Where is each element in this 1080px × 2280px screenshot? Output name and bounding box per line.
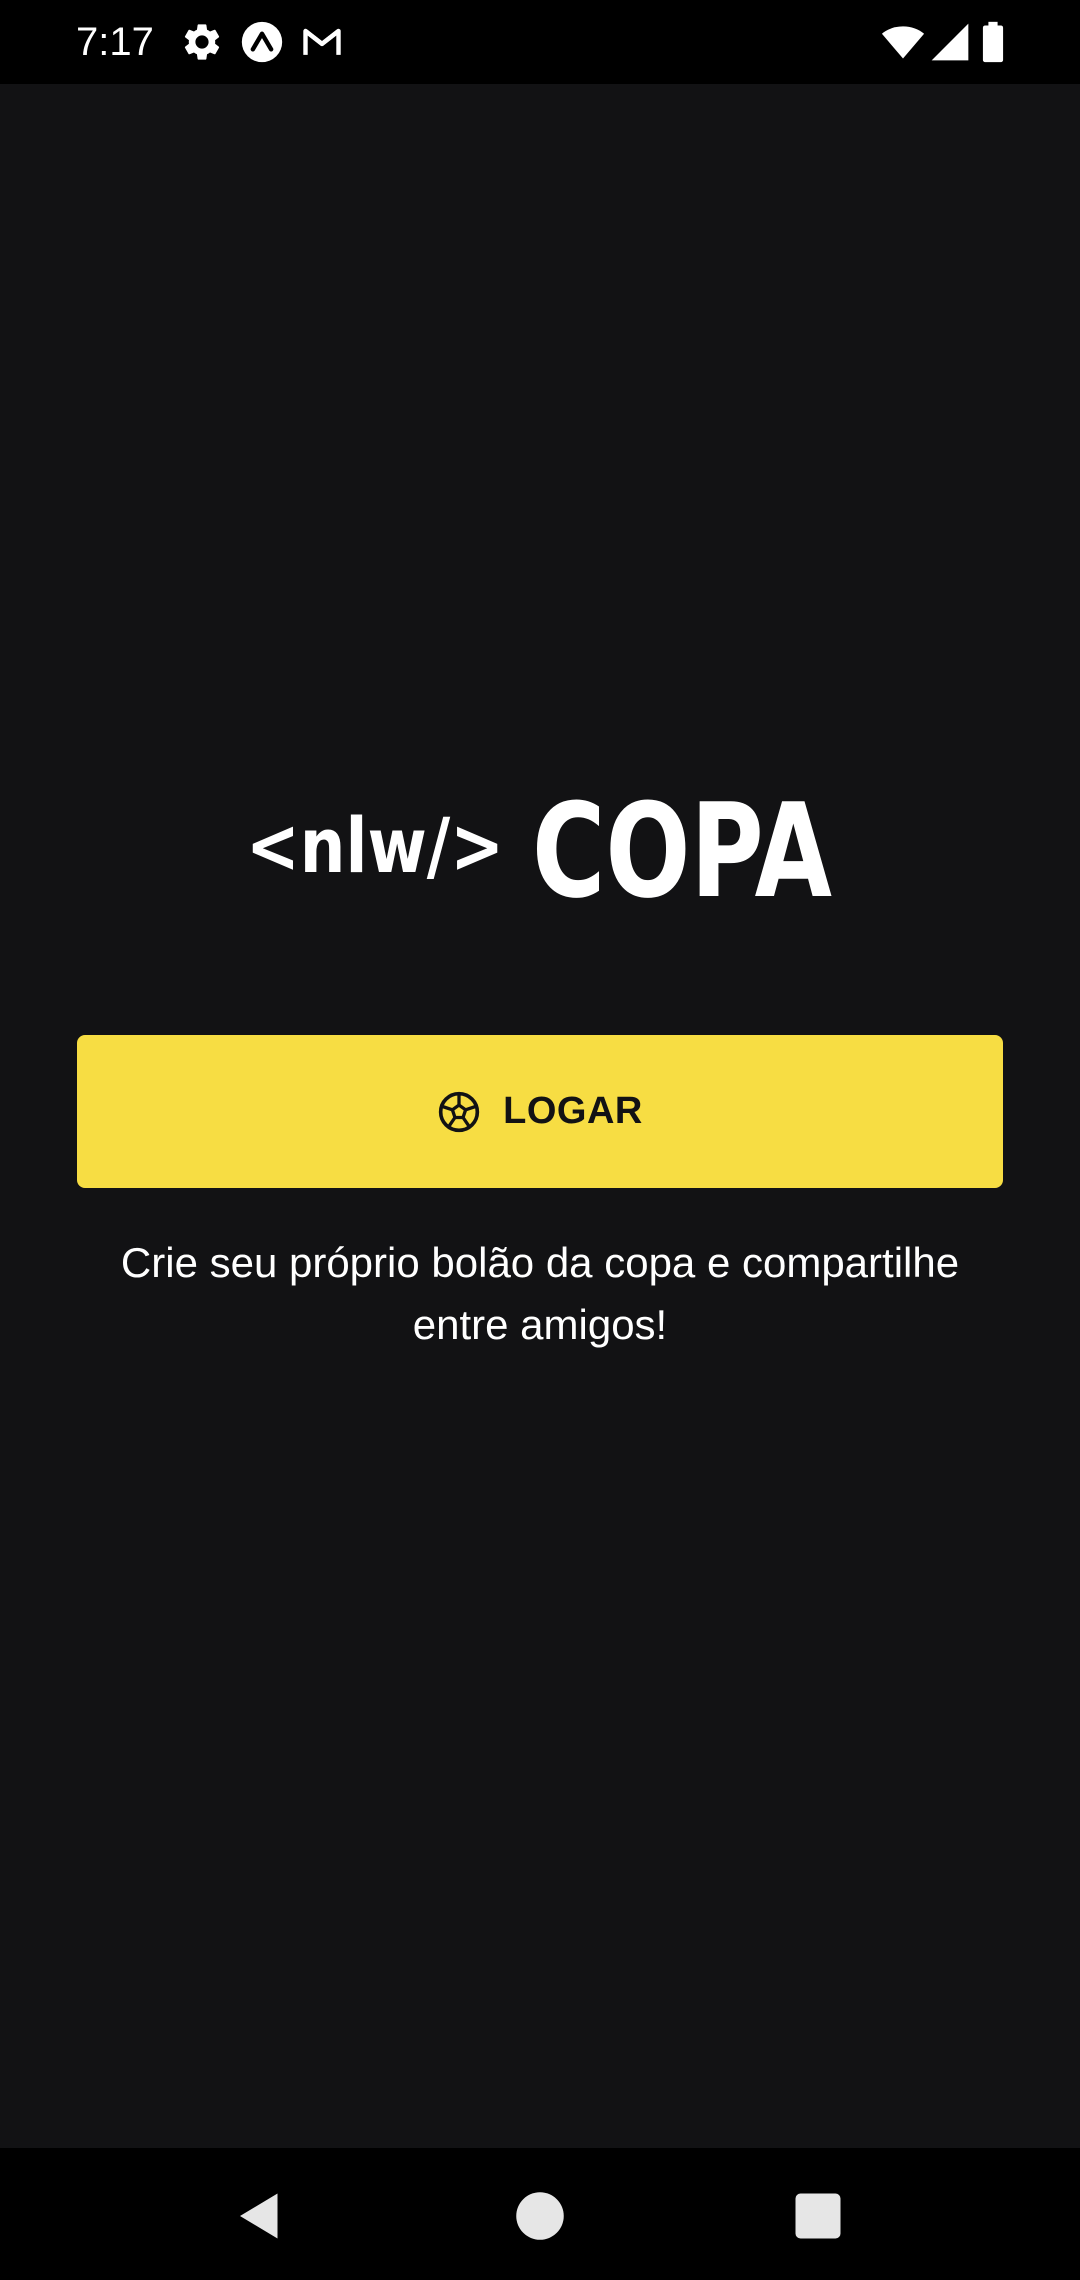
- svg-text:COPA: COPA: [532, 790, 832, 902]
- tagline-text: Crie seu próprio bolão da copa e compart…: [120, 1239, 960, 1348]
- home-icon[interactable]: [510, 2186, 570, 2246]
- status-bar: 7:17: [0, 0, 1080, 84]
- navigation-bar: [0, 2148, 1080, 2280]
- soccer-ball-icon: [438, 1091, 480, 1132]
- app-logo: <nlw/> COPA <nlw/> COPA: [246, 775, 834, 927]
- signal-icon: [931, 23, 969, 61]
- nlw-copa-logo-graphic: <nlw/> COPA: [246, 775, 832, 927]
- login-button-label: LOGAR: [503, 1090, 643, 1132]
- svg-text:<nlw/>: <nlw/>: [246, 801, 504, 890]
- login-button[interactable]: LOGAR: [77, 1035, 1003, 1188]
- wifi-icon: [881, 26, 925, 59]
- settings-icon: [184, 24, 220, 60]
- gmail-icon: [303, 28, 341, 55]
- battery-icon: [982, 21, 1004, 63]
- expo-icon: [241, 21, 283, 63]
- recents-icon[interactable]: [788, 2186, 848, 2246]
- status-time: 7:17: [76, 20, 154, 64]
- login-screen: 7:17 <nlw/> COPA <nlw/> COPA: [0, 0, 1080, 2280]
- back-icon[interactable]: [230, 2186, 290, 2246]
